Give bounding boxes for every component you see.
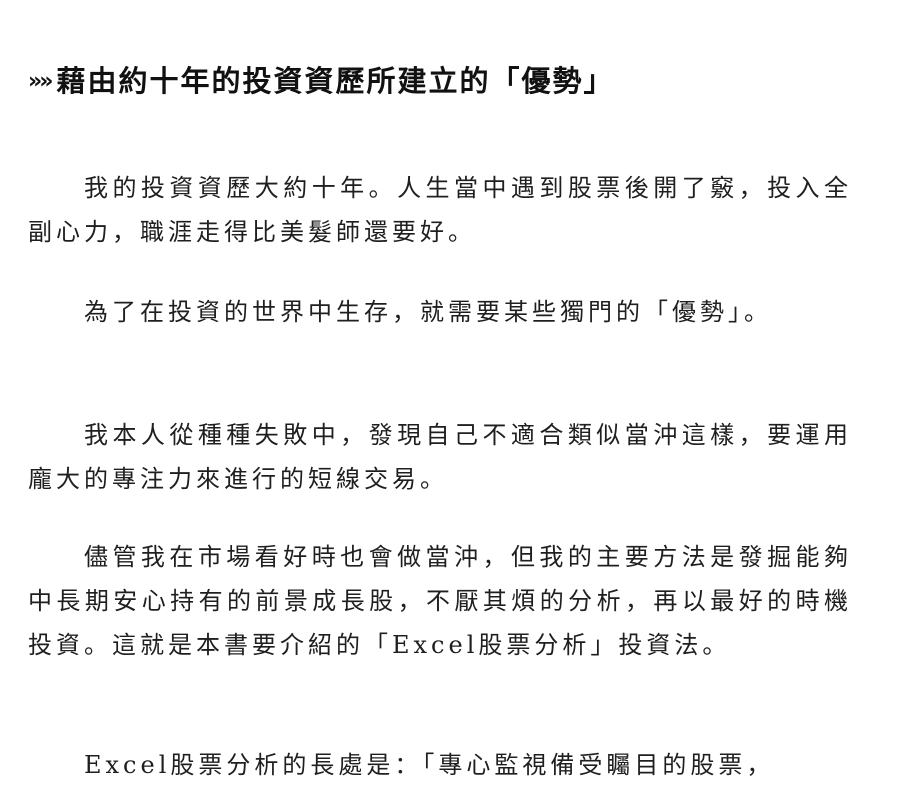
body-paragraph: 儘管我在市場看好時也會做當沖，但我的主要方法是發掘能夠中長期安心持有的前景成長股… bbox=[28, 543, 852, 659]
double-chevron-icon: »» bbox=[28, 69, 53, 94]
body-paragraph: Excel股票分析的長處是：「專心監視備受矚目的股票， bbox=[84, 751, 775, 779]
body-paragraph: 我本人從種種失敗中，發現自己不適合類似當沖這樣，要運用龐大的專注力來進行的短線交… bbox=[28, 421, 852, 493]
body-paragraph: 為了在投資的世界中生存，就需要某些獨門的「優勢」。 bbox=[84, 298, 772, 326]
section-heading: »» 藉由約十年的投資資歷所建立的「優勢」 bbox=[28, 58, 614, 100]
body-paragraph: 我的投資資歷大約十年。人生當中遇到股票後開了竅，投入全副心力，職涯走得比美髮師還… bbox=[28, 174, 852, 246]
section-heading-title: 藉由約十年的投資資歷所建立的「優勢」 bbox=[56, 64, 615, 98]
